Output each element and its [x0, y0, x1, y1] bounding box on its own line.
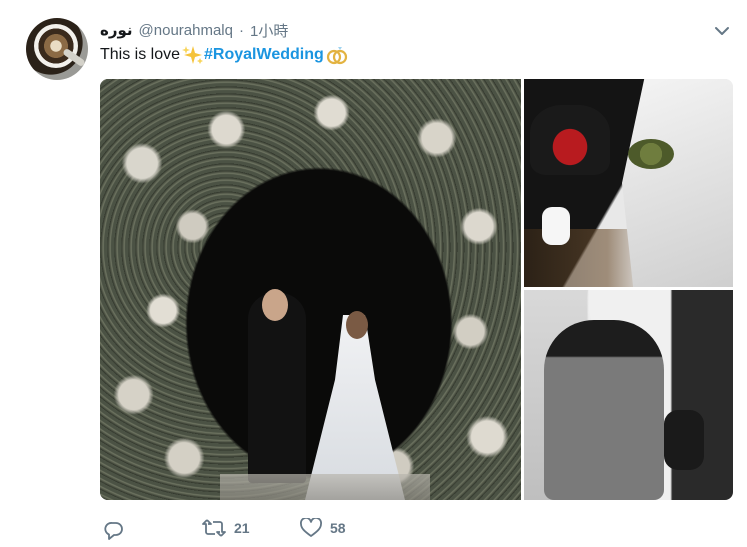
groom-head [262, 289, 288, 321]
avatar-coffee-cup [34, 24, 78, 68]
tweet[interactable]: نوره @nourahmalq · 1小時 This is love #Roy… [0, 0, 747, 547]
tweet-actions: 21 58 [104, 518, 346, 542]
sparkles-icon [182, 45, 204, 65]
bride-figure [305, 315, 405, 500]
like-button[interactable]: 58 [300, 518, 346, 538]
reply-icon [104, 520, 124, 540]
steps [220, 474, 430, 500]
tweet-text: This is love #RoyalWedding [100, 44, 348, 66]
meta-separator: · [238, 21, 244, 39]
tweet-text-body: This is love [100, 46, 181, 63]
groom-figure [248, 293, 306, 483]
retweet-count: 21 [234, 520, 250, 536]
like-count: 58 [330, 520, 346, 536]
retweet-button[interactable]: 21 [202, 518, 250, 538]
white-glove [542, 207, 570, 245]
rings-icon [326, 45, 348, 65]
bridal-veil [622, 79, 733, 287]
chevron-down-icon[interactable] [714, 24, 730, 36]
timestamp[interactable]: 1小時 [250, 20, 288, 41]
retweet-icon [202, 518, 226, 538]
avatar[interactable] [26, 18, 88, 80]
bride-head [346, 311, 368, 339]
bride-back-figure [544, 320, 664, 500]
photo-wedding-overhead[interactable] [524, 79, 733, 287]
display-name[interactable]: نوره [100, 21, 133, 39]
reply-button[interactable] [104, 520, 164, 540]
holding-hands [664, 410, 704, 470]
tweet-header: نوره @nourahmalq · 1小時 [100, 18, 288, 42]
tweet-media-grid [100, 79, 733, 500]
photo-wedding-couple-floral-arch[interactable] [100, 79, 521, 500]
user-handle[interactable]: @nourahmalq [139, 22, 233, 39]
photo-wedding-bw-holding-hands[interactable] [524, 290, 733, 500]
bouquet [628, 139, 674, 169]
hashtag-link[interactable]: #RoyalWedding [204, 44, 324, 66]
military-cap [530, 105, 610, 175]
heart-icon [300, 518, 322, 538]
